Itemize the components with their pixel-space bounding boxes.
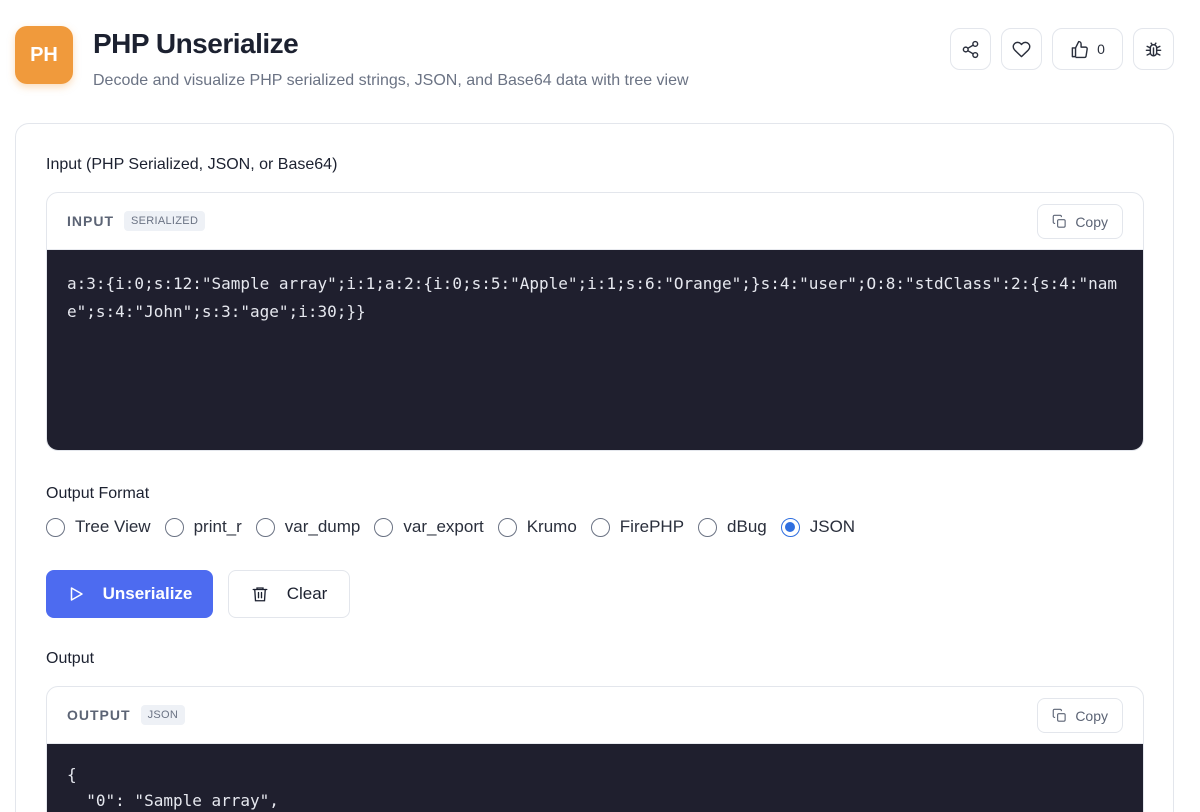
copy-icon bbox=[1053, 708, 1066, 722]
output-panel-header: OUTPUT JSON Copy bbox=[47, 687, 1143, 744]
copy-input-button[interactable]: Copy bbox=[1037, 204, 1123, 239]
output-format-label: Output Format bbox=[46, 485, 150, 502]
clear-label: Clear bbox=[286, 584, 328, 603]
copy-input-label: Copy bbox=[1075, 213, 1108, 230]
unserialize-button[interactable]: Unserialize bbox=[46, 570, 213, 618]
report-bug-button[interactable] bbox=[1133, 28, 1174, 70]
radio-var-dump[interactable] bbox=[255, 517, 275, 537]
trash-icon bbox=[252, 587, 268, 602]
radio-tree-view[interactable] bbox=[46, 517, 65, 537]
bug-icon bbox=[1145, 41, 1162, 57]
like-count: 0 bbox=[1097, 41, 1105, 57]
input-panel-title: INPUT bbox=[67, 213, 114, 229]
copy-icon bbox=[1053, 214, 1066, 228]
output-panel: OUTPUT JSON Copy { "0": "Sample array", bbox=[46, 686, 1144, 812]
copy-output-button[interactable]: Copy bbox=[1037, 698, 1123, 733]
favorite-button[interactable] bbox=[1001, 28, 1042, 70]
heart-icon bbox=[1012, 41, 1031, 57]
like-button[interactable]: 0 bbox=[1052, 28, 1123, 70]
format-option-dbug[interactable]: dBug bbox=[698, 517, 767, 537]
input-textarea[interactable]: a:3:{i:0;s:12:"Sample array";i:1;a:2:{i:… bbox=[47, 250, 1143, 450]
radio-firephp[interactable] bbox=[590, 517, 610, 537]
input-panel: INPUT SERIALIZED Copy a:3:{i:0;s:12:"Sam… bbox=[46, 192, 1144, 451]
format-option-var-export[interactable]: var_export bbox=[374, 517, 484, 537]
share-button[interactable] bbox=[950, 28, 991, 70]
unserialize-label: Unserialize bbox=[102, 584, 193, 603]
format-option-krumo[interactable]: Krumo bbox=[497, 517, 577, 537]
copy-output-label: Copy bbox=[1075, 707, 1108, 724]
page-header: PH PHP Unserialize Decode and visualize … bbox=[0, 0, 1200, 118]
play-icon bbox=[70, 587, 83, 601]
app-logo: PH bbox=[15, 26, 73, 84]
output-code: { "0": "Sample array", bbox=[47, 744, 1143, 812]
format-option-var-dump[interactable]: var_dump bbox=[255, 517, 360, 537]
radio-print-r[interactable] bbox=[164, 517, 184, 537]
output-panel-title: OUTPUT bbox=[67, 707, 131, 723]
output-format-badge: JSON bbox=[140, 705, 186, 725]
input-panel-header: INPUT SERIALIZED Copy bbox=[47, 193, 1143, 250]
output-label: Output bbox=[46, 650, 95, 667]
input-label: Input (PHP Serialized, JSON, or Base64) bbox=[46, 156, 338, 173]
clear-button[interactable]: Clear bbox=[228, 570, 350, 618]
output-format-options: Tree View print_r var_dump var_export Kr… bbox=[46, 517, 869, 537]
format-option-tree-view[interactable]: Tree View bbox=[46, 517, 151, 537]
radio-var-export[interactable] bbox=[374, 517, 394, 537]
share-icon bbox=[962, 40, 979, 58]
radio-krumo[interactable] bbox=[497, 517, 517, 537]
format-option-print-r[interactable]: print_r bbox=[164, 517, 242, 537]
radio-json[interactable] bbox=[780, 517, 800, 537]
thumbs-up-icon bbox=[1071, 40, 1088, 58]
radio-dbug[interactable] bbox=[698, 517, 718, 537]
page-title: PHP Unserialize bbox=[93, 28, 299, 59]
tool-card: Input (PHP Serialized, JSON, or Base64) … bbox=[15, 123, 1174, 812]
page-subtitle: Decode and visualize PHP serialized stri… bbox=[93, 72, 689, 89]
input-format-badge: SERIALIZED bbox=[124, 211, 206, 231]
header-actions: 0 bbox=[950, 28, 1174, 70]
format-option-firephp[interactable]: FirePHP bbox=[590, 517, 684, 537]
format-option-json[interactable]: JSON bbox=[780, 517, 855, 537]
